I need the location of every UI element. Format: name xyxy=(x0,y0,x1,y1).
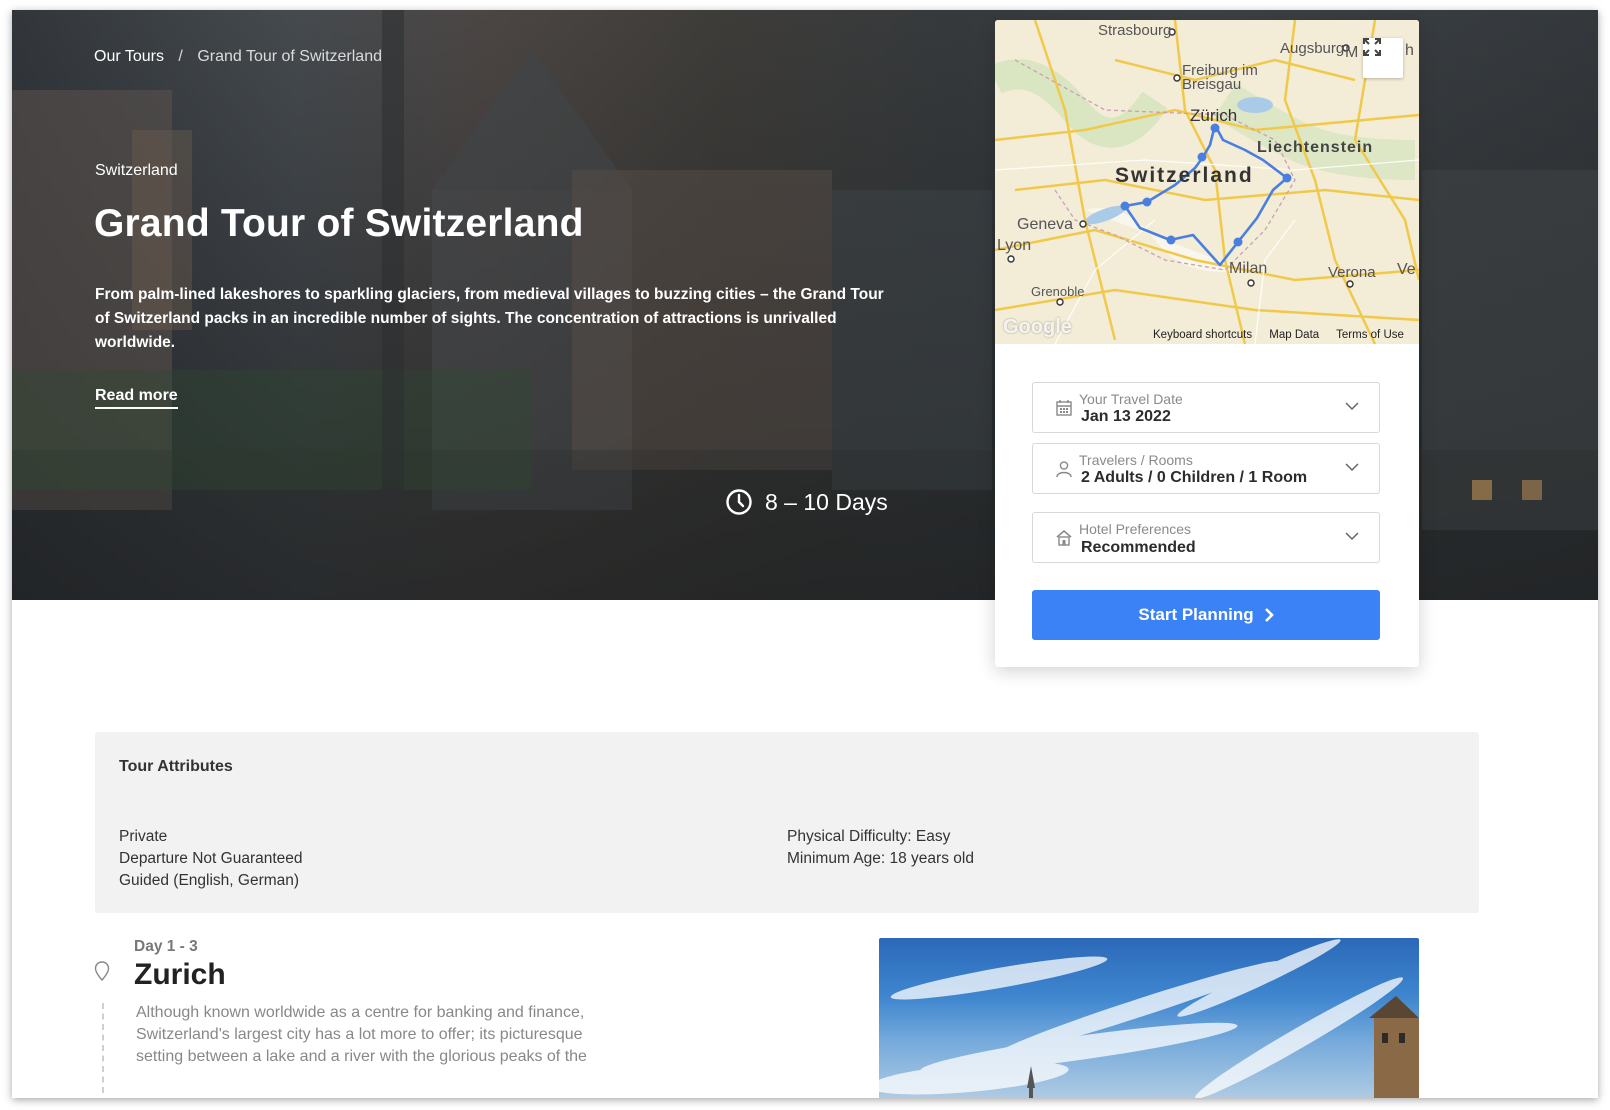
chevron-down-icon xyxy=(1345,532,1359,541)
person-icon xyxy=(1056,461,1072,478)
duration-text: 8 – 10 Days xyxy=(765,488,888,515)
hotel-icon xyxy=(1056,530,1072,546)
attribute-item: Guided (English, German) xyxy=(119,872,300,889)
attribute-item: Private xyxy=(119,828,168,845)
fullscreen-icon xyxy=(1363,38,1381,56)
map-label-geneva: Geneva xyxy=(1017,216,1074,233)
hotel-value: Recommended xyxy=(1081,539,1196,556)
map-label-h: h xyxy=(1405,42,1414,59)
map-label-switzerland: Switzerland xyxy=(1115,164,1254,187)
breadcrumb: Our Tours / Grand Tour of Switzerland xyxy=(94,48,382,66)
chevron-right-icon xyxy=(1264,608,1274,622)
start-planning-label: Start Planning xyxy=(1138,605,1254,624)
timeline-line xyxy=(102,1003,104,1093)
zurich-photo-art xyxy=(879,939,1419,1098)
map-label-grenoble: Grenoble xyxy=(1031,284,1085,299)
chevron-down-icon xyxy=(1345,402,1359,411)
terms-of-use-link[interactable]: Terms of Use xyxy=(1336,329,1404,341)
travel-date-select[interactable]: Your Travel Date Jan 13 2022 xyxy=(1032,382,1380,433)
calendar-icon xyxy=(1056,400,1072,416)
clock-icon xyxy=(726,489,752,515)
attribute-item: Physical Difficulty: Easy xyxy=(787,828,951,845)
attribute-item: Minimum Age: 18 years old xyxy=(787,850,974,867)
map-label-strasbourg: Strasbourg xyxy=(1098,22,1172,39)
attributes-right-column: Physical Difficulty: Easy Minimum Age: 1… xyxy=(787,826,974,870)
keyboard-shortcuts-link[interactable]: Keyboard shortcuts xyxy=(1153,329,1252,341)
tour-duration: 8 – 10 Days xyxy=(725,488,888,516)
map-label-m: M xyxy=(1345,44,1359,61)
tour-attributes: Tour Attributes Private Departure Not Gu… xyxy=(95,732,1479,913)
google-logo: Google xyxy=(1003,316,1072,338)
location-pin-icon xyxy=(94,961,110,981)
tour-map[interactable]: Strasbourg Augsburg M h Freiburg im Brei… xyxy=(995,20,1419,344)
attribute-item: Departure Not Guaranteed xyxy=(119,850,303,867)
breadcrumb-root-link[interactable]: Our Tours xyxy=(94,48,164,65)
map-footer: Keyboard shortcuts Map Data Terms of Use xyxy=(1153,329,1418,341)
read-more-link[interactable]: Read more xyxy=(95,387,178,409)
travelers-rooms-select[interactable]: Travelers / Rooms 2 Adults / 0 Children … xyxy=(1032,443,1380,494)
hotel-label: Hotel Preferences xyxy=(1079,521,1192,537)
hero-description: From palm-lined lakeshores to sparkling … xyxy=(95,286,884,351)
map-label-lyon: Lyon xyxy=(997,237,1032,254)
travel-date-label: Your Travel Date xyxy=(1079,391,1183,407)
tour-attributes-title: Tour Attributes xyxy=(119,758,233,775)
booking-card: Strasbourg Augsburg M h Freiburg im Brei… xyxy=(995,20,1419,667)
map-fullscreen-button[interactable] xyxy=(1363,38,1403,78)
map-label-liechtenstein: Liechtenstein xyxy=(1257,139,1374,156)
day-range: Day 1 - 3 xyxy=(134,938,198,955)
map-data-link[interactable]: Map Data xyxy=(1269,329,1319,341)
attributes-left-column: Private Departure Not Guaranteed Guided … xyxy=(119,826,303,892)
map-label-freiburg: Freiburg im Breisgau xyxy=(1182,62,1258,93)
hero-country: Switzerland xyxy=(95,162,178,179)
breadcrumb-current: Grand Tour of Switzerland xyxy=(197,48,382,65)
travel-date-value: Jan 13 2022 xyxy=(1081,408,1171,425)
browser-page: Our Tours / Grand Tour of Switzerland Sw… xyxy=(12,10,1598,1098)
travelers-label: Travelers / Rooms xyxy=(1079,452,1193,468)
start-planning-button[interactable]: Start Planning xyxy=(1032,590,1380,640)
travelers-value: 2 Adults / 0 Children / 1 Room xyxy=(1081,469,1308,486)
breadcrumb-separator: / xyxy=(178,48,183,65)
map-label-augsburg: Augsburg xyxy=(1280,40,1345,57)
day-description: Although known worldwide as a centre for… xyxy=(136,1004,587,1065)
map-label-milan: Milan xyxy=(1229,260,1268,277)
hotel-preferences-select[interactable]: Hotel Preferences Recommended xyxy=(1032,512,1380,563)
map-label-verona: Verona xyxy=(1328,264,1376,281)
chevron-down-icon xyxy=(1345,463,1359,472)
day-city-title: Zurich xyxy=(134,958,226,991)
page-title: Grand Tour of Switzerland xyxy=(94,202,584,245)
map-label-ve: Ve xyxy=(1397,261,1416,278)
zurich-photo xyxy=(879,938,1419,1098)
map-label-zurich: Zürich xyxy=(1190,106,1238,125)
